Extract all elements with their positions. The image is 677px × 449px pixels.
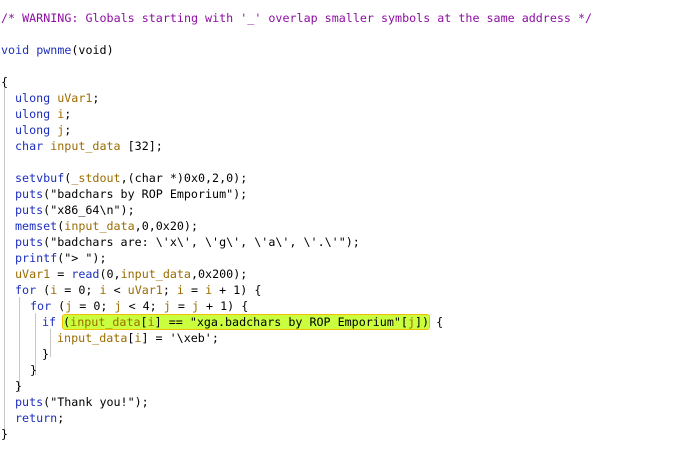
call-puts[interactable]: puts	[15, 187, 43, 201]
args: ("badchars are: \'x\', \'g\', \'a\', \'.…	[43, 235, 360, 249]
decl-type: ulong	[15, 123, 51, 137]
var-uvar1[interactable]: uVar1	[128, 283, 163, 297]
decompiler-code-view[interactable]: /* WARNING: Globals starting with '_' ov…	[0, 0, 677, 449]
token: = 0;	[72, 299, 115, 313]
var-j[interactable]: j	[114, 299, 121, 313]
var-i[interactable]: i	[177, 283, 184, 297]
indent-guide	[50, 329, 51, 357]
keyword-for: for	[30, 299, 52, 313]
args: ("x86_64\n");	[43, 203, 135, 217]
var-input-data[interactable]: input_data	[57, 331, 127, 345]
statement-if: if (input_data[i] == "xga.badchars by RO…	[42, 314, 443, 330]
decl-var[interactable]: input_data	[50, 139, 120, 153]
args: ("badchars by ROP Emporium");	[43, 187, 248, 201]
args: ,0x200);	[190, 267, 248, 281]
token: [	[140, 315, 148, 329]
declaration-line: ulong i;	[15, 106, 71, 122]
statement-puts: puts("badchars by ROP Emporium");	[15, 186, 247, 202]
token: < 4;	[121, 299, 164, 313]
token: <	[106, 283, 128, 297]
token: =	[170, 299, 192, 313]
call-puts[interactable]: puts	[15, 395, 43, 409]
decl-suffix: [32];	[120, 139, 163, 153]
var-input-data[interactable]: input_data	[121, 267, 191, 281]
token: ;	[162, 283, 177, 297]
token: + 1) {	[212, 283, 262, 297]
var-input-data[interactable]: input_data	[64, 219, 134, 233]
token: {	[429, 315, 444, 329]
statement-memset: memset(input_data,0,0x20);	[15, 218, 198, 234]
paren: (0,	[99, 267, 121, 281]
token: =	[183, 283, 206, 297]
decl-type: ulong	[15, 107, 51, 121]
close-brace-inner-for: }	[30, 363, 38, 377]
keyword-return: return	[15, 411, 58, 425]
decl-suffix: ;	[64, 123, 72, 137]
decl-type: char	[15, 139, 44, 153]
call-puts[interactable]: puts	[15, 235, 43, 249]
declaration-line: char input_data [32];	[15, 138, 163, 154]
statement-assign: input_data[i] = '\xeb';	[57, 330, 219, 346]
token: + 1) {	[198, 299, 249, 313]
statement-for-outer: for (i = 0; i < uVar1; i = i + 1) {	[15, 282, 261, 298]
indent-guide	[4, 88, 5, 438]
var-j[interactable]: j	[408, 315, 415, 329]
declaration-line: ulong uVar1;	[15, 90, 99, 106]
var-stdout[interactable]: _stdout	[71, 171, 120, 185]
args: ,0,0x20);	[134, 219, 198, 233]
call-read[interactable]: read	[71, 267, 99, 281]
open-brace: {	[1, 75, 9, 89]
token: ;	[57, 411, 65, 425]
keyword-for: for	[15, 283, 37, 297]
declaration-line: ulong j;	[15, 122, 71, 138]
var-i[interactable]: i	[99, 283, 106, 297]
function-signature: void pwnme(void)	[1, 42, 114, 58]
call-printf[interactable]: printf	[15, 251, 57, 265]
var-j[interactable]: j	[192, 299, 199, 313]
args: ("> ");	[57, 251, 107, 265]
statement-read: uVar1 = read(0,input_data,0x200);	[15, 266, 247, 282]
statement-puts: puts("Thank you!");	[15, 394, 149, 410]
keyword-if: if	[42, 315, 57, 329]
decl-suffix: ;	[64, 107, 72, 121]
var-input-data[interactable]: input_data	[70, 315, 140, 329]
token: ])	[415, 315, 430, 329]
function-params: (void)	[71, 43, 114, 57]
decl-var[interactable]: uVar1	[57, 91, 92, 105]
statement-puts: puts("badchars are: \'x\', \'g\', \'a\',…	[15, 234, 360, 250]
close-brace-if: }	[42, 347, 50, 361]
highlighted-condition[interactable]: (input_data[i] == "xga.badchars by ROP E…	[62, 314, 431, 330]
function-name[interactable]: pwnme	[36, 43, 71, 57]
statement-setvbuf: setvbuf(_stdout,(char *)0x0,2,0);	[15, 170, 247, 186]
op: =	[50, 267, 72, 281]
token: ] == "xga.badchars by ROP Emporium"[	[154, 315, 408, 329]
token: = 0;	[57, 283, 100, 297]
var-uvar1[interactable]: uVar1	[15, 267, 50, 281]
decl-suffix: ;	[92, 91, 100, 105]
var-j[interactable]: j	[164, 299, 171, 313]
return-type: void	[1, 43, 30, 57]
statement-return: return;	[15, 410, 64, 426]
statement-for-inner: for (j = 0; j < 4; j = j + 1) {	[30, 298, 248, 314]
close-brace: }	[1, 427, 9, 441]
close-brace-outer-for: }	[15, 379, 23, 393]
call-setvbuf[interactable]: setvbuf	[15, 171, 64, 185]
warning-comment: /* WARNING: Globals starting with '_' ov…	[1, 11, 593, 25]
args: ("Thank you!");	[43, 395, 149, 409]
statement-printf: printf("> ");	[15, 250, 107, 266]
token: (	[51, 299, 66, 313]
token: (	[36, 283, 51, 297]
decl-type: ulong	[15, 91, 51, 105]
token: ] = '\xeb';	[141, 331, 219, 345]
var-i[interactable]: i	[148, 315, 155, 329]
args: ,(char *)0x0,2,0);	[120, 171, 248, 185]
call-memset[interactable]: memset	[15, 219, 57, 233]
call-puts[interactable]: puts	[15, 203, 43, 217]
statement-puts: puts("x86_64\n");	[15, 202, 135, 218]
